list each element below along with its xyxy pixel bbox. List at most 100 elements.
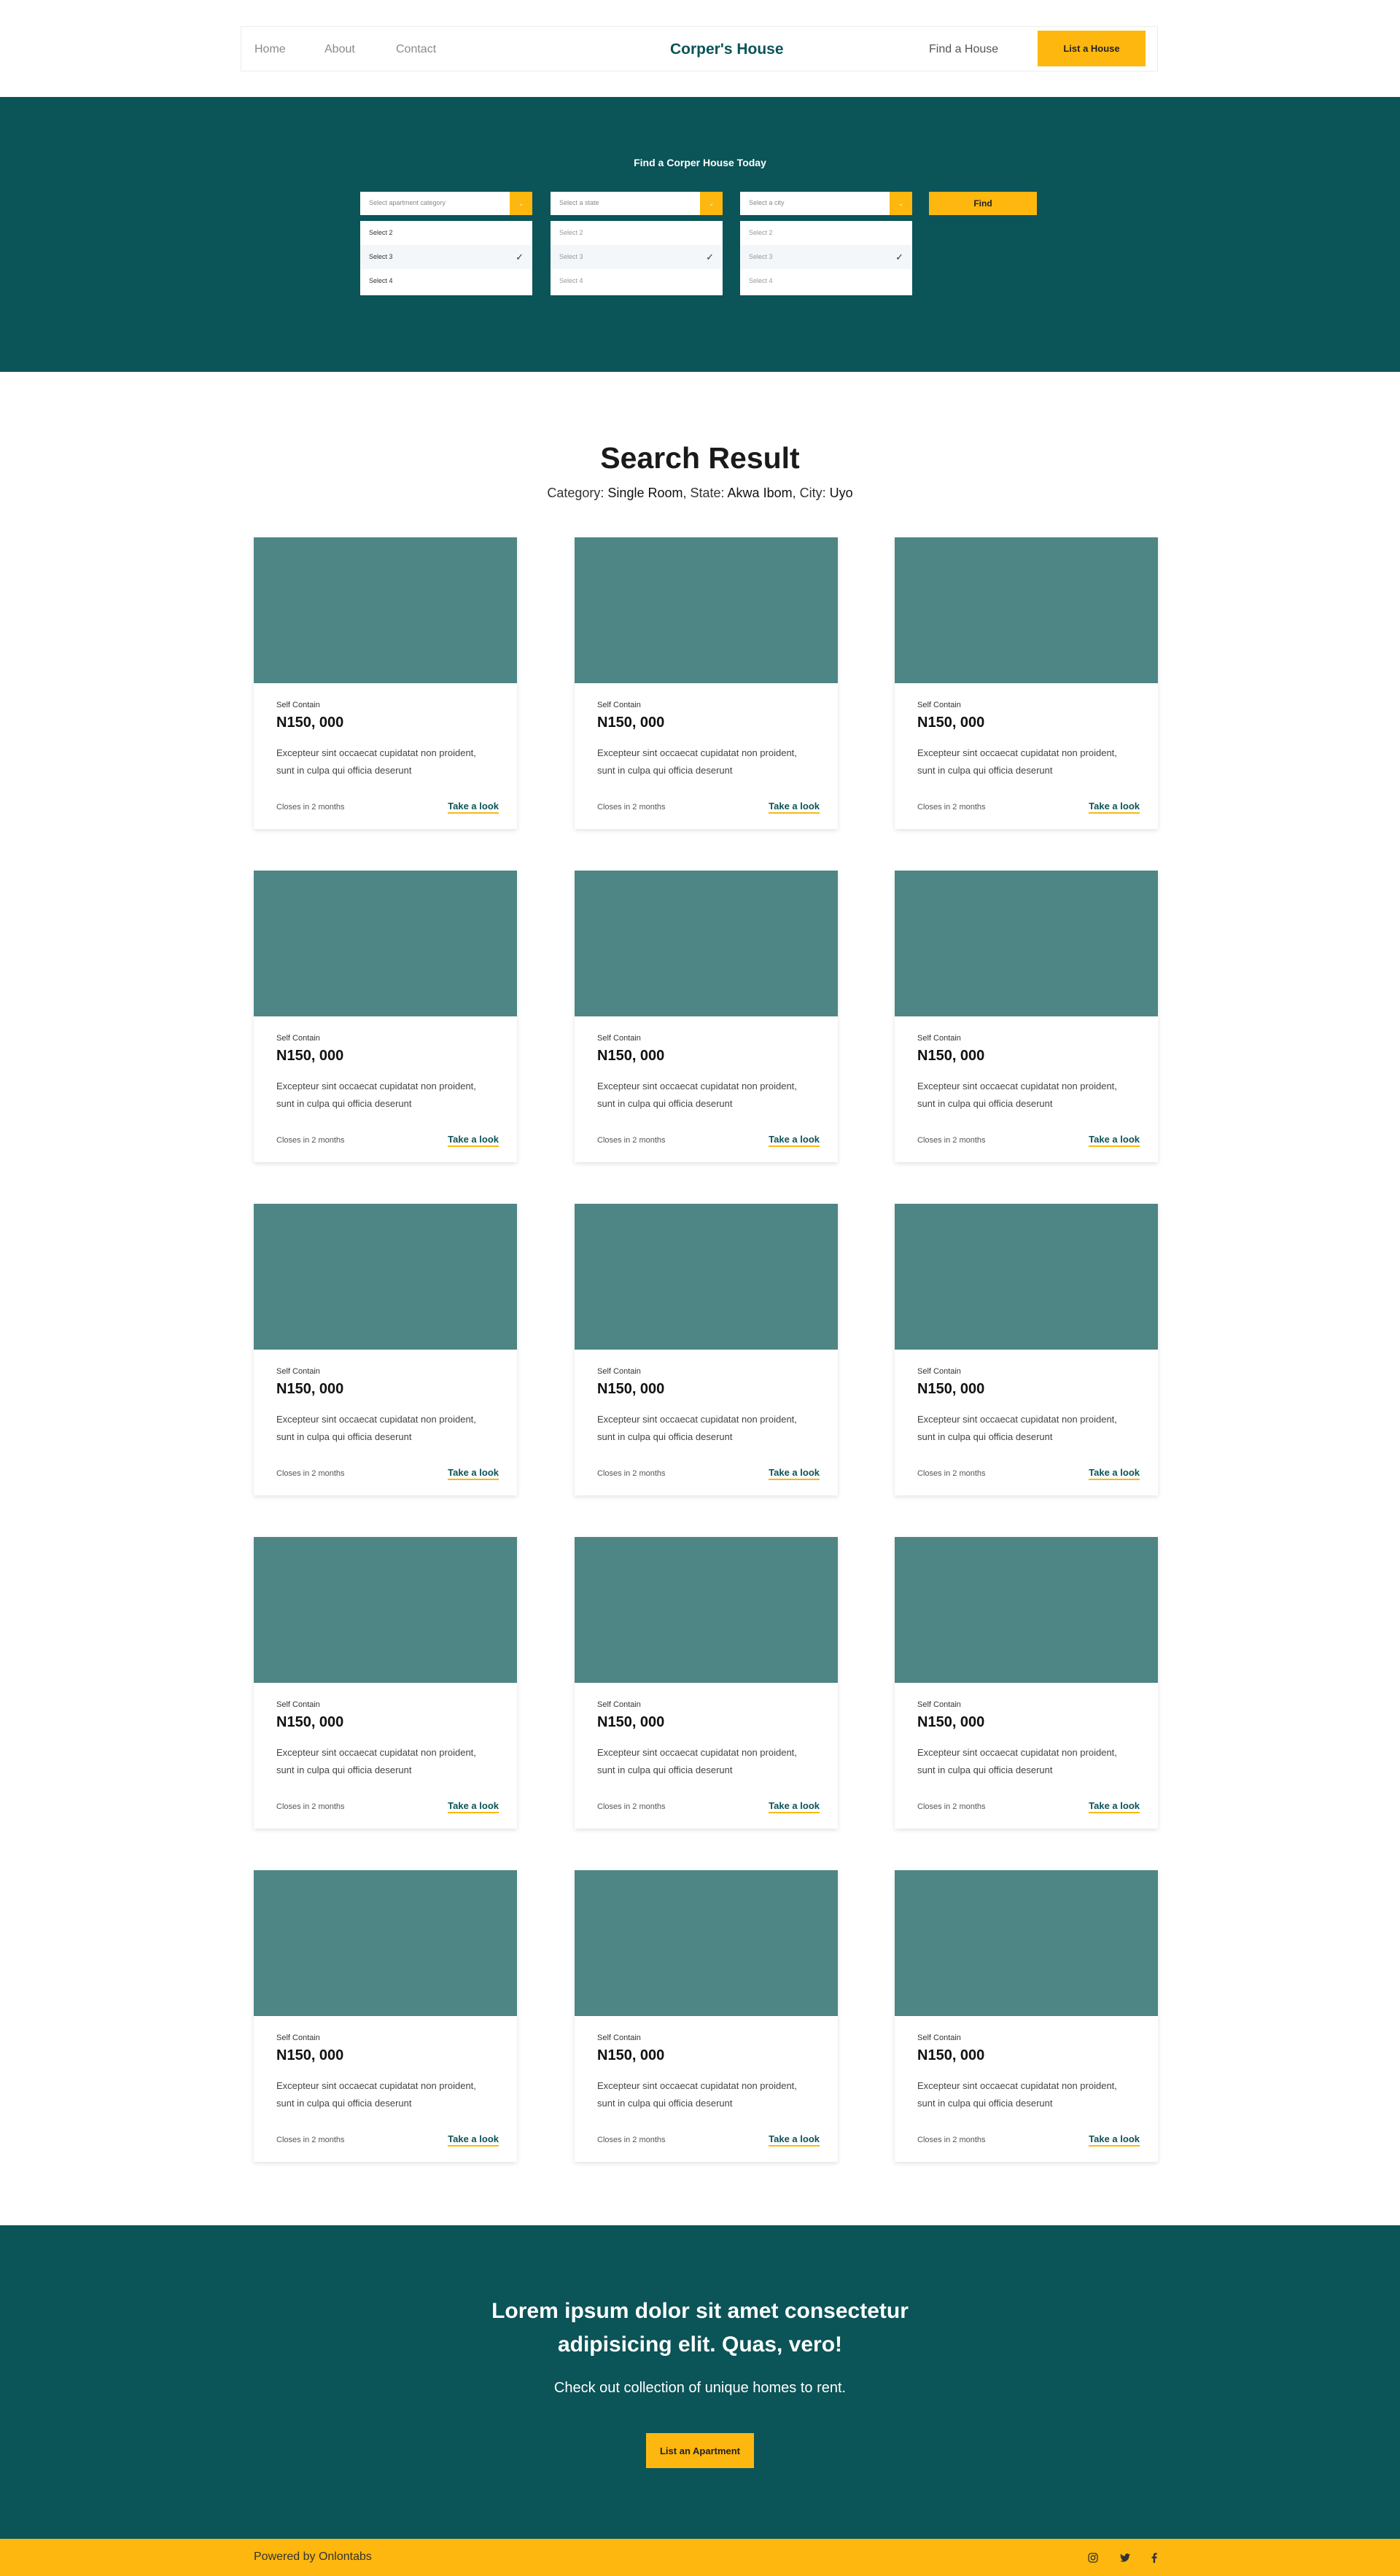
listing-image[interactable]	[895, 537, 1158, 683]
take-a-look-link[interactable]: Take a look	[448, 1467, 499, 1480]
dropdown-option-label: Select 2	[749, 229, 773, 236]
listing-image[interactable]	[254, 871, 517, 1016]
find-button[interactable]: Find	[929, 192, 1037, 215]
instagram-icon[interactable]	[1086, 2551, 1100, 2564]
brand-logo[interactable]: Corper's House	[670, 41, 784, 58]
top-navbar: Home About Contact Corper's House Find a…	[241, 26, 1158, 71]
take-a-look-link[interactable]: Take a look	[769, 1134, 820, 1147]
listing-image[interactable]	[575, 1204, 838, 1350]
city-select[interactable]: Select a city ⌄	[740, 192, 912, 215]
listing-category: Self Contain	[917, 1700, 961, 1709]
list-apartment-button[interactable]: List an Apartment	[646, 2433, 754, 2468]
dropdown-option[interactable]: Select 4	[360, 269, 532, 293]
list-house-button[interactable]: List a House	[1038, 31, 1146, 66]
take-a-look-link[interactable]: Take a look	[769, 1800, 820, 1813]
listing-image[interactable]	[575, 1870, 838, 2016]
listing-price: N150, 000	[917, 1714, 985, 1730]
listing-card[interactable]: Self Contain N150, 000 Excepteur sint occa…	[575, 871, 838, 1162]
nav-home-link[interactable]: Home	[254, 43, 286, 56]
state-label: State:	[690, 486, 725, 500]
listing-image[interactable]	[575, 1537, 838, 1683]
nav-about-link[interactable]: About	[324, 43, 355, 56]
take-a-look-link[interactable]: Take a look	[1089, 1134, 1140, 1147]
listing-description: Excepteur sint occaecat cupidatat non pr…	[597, 2080, 797, 2109]
listing-category: Self Contain	[276, 1367, 320, 1376]
take-a-look-link[interactable]: Take a look	[448, 2133, 499, 2147]
take-a-look-link[interactable]: Take a look	[769, 2133, 820, 2147]
listing-card[interactable]: Self Contain N150, 000 Excepteur sint occa…	[254, 1204, 517, 1495]
listing-closes-in: Closes in 2 months	[597, 803, 666, 812]
listing-card[interactable]: Self Contain N150, 000 Excepteur sint occa…	[254, 537, 517, 829]
take-a-look-link[interactable]: Take a look	[1089, 1800, 1140, 1813]
listing-card[interactable]: Self Contain N150, 000 Excepteur sint occa…	[254, 1537, 517, 1829]
listing-price: N150, 000	[276, 2047, 344, 2063]
listing-price: N150, 000	[276, 1381, 344, 1397]
listing-description: Excepteur sint occaecat cupidatat non pr…	[917, 747, 1117, 776]
listing-card[interactable]: Self Contain N150, 000 Excepteur sint occa…	[895, 537, 1158, 829]
dropdown-option-selected[interactable]: Select 3 ✓	[551, 245, 723, 269]
listing-description: Excepteur sint occaecat cupidatat non pr…	[276, 2080, 476, 2109]
take-a-look-link[interactable]: Take a look	[769, 801, 820, 814]
listing-image[interactable]	[254, 537, 517, 683]
dropdown-option-label: Select 4	[369, 277, 393, 284]
listing-card[interactable]: Self Contain N150, 000 Excepteur sint occa…	[575, 1204, 838, 1495]
dropdown-option[interactable]: Select 4	[740, 269, 912, 293]
listing-image[interactable]	[575, 871, 838, 1016]
listing-closes-in: Closes in 2 months	[917, 1469, 986, 1478]
listing-card[interactable]: Self Contain N150, 000 Excepteur sint occa…	[895, 1537, 1158, 1829]
listing-description: Excepteur sint occaecat cupidatat non pr…	[276, 1081, 476, 1109]
listing-image[interactable]	[895, 1537, 1158, 1683]
take-a-look-link[interactable]: Take a look	[448, 801, 499, 814]
twitter-icon[interactable]	[1119, 2551, 1132, 2564]
listing-card[interactable]: Self Contain N150, 000 Excepteur sint occa…	[254, 1870, 517, 2162]
listing-description: Excepteur sint occaecat cupidatat non pr…	[597, 1414, 797, 1442]
listing-card[interactable]: Self Contain N150, 000 Excepteur sint occa…	[575, 1870, 838, 2162]
category-dropdown-list: Select 2 Select 3 ✓ Select 4	[360, 221, 532, 295]
take-a-look-link[interactable]: Take a look	[1089, 2133, 1140, 2147]
listing-image[interactable]	[895, 1870, 1158, 2016]
category-select[interactable]: Select apartment category ⌄	[360, 192, 532, 215]
dropdown-option-label: Select 3	[369, 253, 393, 260]
dropdown-option[interactable]: Select 2	[740, 221, 912, 245]
footer: Powered by Onlontabs	[0, 2539, 1400, 2576]
listing-card[interactable]: Self Contain N150, 000 Excepteur sint occa…	[895, 1870, 1158, 2162]
listing-image[interactable]	[254, 1870, 517, 2016]
listing-closes-in: Closes in 2 months	[917, 1802, 986, 1811]
take-a-look-link[interactable]: Take a look	[448, 1134, 499, 1147]
listing-description: Excepteur sint occaecat cupidatat non pr…	[917, 1747, 1117, 1775]
take-a-look-link[interactable]: Take a look	[1089, 801, 1140, 814]
listing-image[interactable]	[254, 1537, 517, 1683]
dropdown-option-label: Select 2	[559, 229, 583, 236]
state-select[interactable]: Select a state ⌄	[551, 192, 723, 215]
listing-card[interactable]: Self Contain N150, 000 Excepteur sint occa…	[575, 1537, 838, 1829]
chevron-down-icon[interactable]: ⌄	[510, 192, 532, 215]
listing-category: Self Contain	[276, 2034, 320, 2042]
listing-image[interactable]	[895, 1204, 1158, 1350]
listing-card[interactable]: Self Contain N150, 000 Excepteur sint occa…	[895, 871, 1158, 1162]
dropdown-option-selected[interactable]: Select 3 ✓	[360, 245, 532, 269]
chevron-down-icon[interactable]: ⌄	[890, 192, 912, 215]
nav-find-house-link[interactable]: Find a House	[929, 43, 998, 56]
take-a-look-link[interactable]: Take a look	[448, 1800, 499, 1813]
listing-image[interactable]	[575, 537, 838, 683]
take-a-look-link[interactable]: Take a look	[769, 1467, 820, 1480]
listing-description: Excepteur sint occaecat cupidatat non pr…	[917, 1414, 1117, 1442]
dropdown-option-label: Select 4	[749, 277, 773, 284]
chevron-down-icon[interactable]: ⌄	[700, 192, 723, 215]
search-result-title: Search Result	[600, 441, 800, 475]
dropdown-option[interactable]: Select 2	[360, 221, 532, 245]
dropdown-option[interactable]: Select 4	[551, 269, 723, 293]
listing-image[interactable]	[254, 1204, 517, 1350]
listing-card[interactable]: Self Contain N150, 000 Excepteur sint occa…	[575, 537, 838, 829]
listing-image[interactable]	[895, 871, 1158, 1016]
listing-card[interactable]: Self Contain N150, 000 Excepteur sint occa…	[895, 1204, 1158, 1495]
listing-card[interactable]: Self Contain N150, 000 Excepteur sint occa…	[254, 871, 517, 1162]
listing-category: Self Contain	[597, 1034, 641, 1043]
dropdown-option[interactable]: Select 2	[551, 221, 723, 245]
facebook-icon[interactable]	[1148, 2551, 1161, 2564]
nav-contact-link[interactable]: Contact	[396, 43, 436, 56]
dropdown-option-selected[interactable]: Select 3 ✓	[740, 245, 912, 269]
listing-category: Self Contain	[917, 701, 961, 709]
cta-section: Lorem ipsum dolor sit amet consectetur a…	[0, 2225, 1400, 2539]
take-a-look-link[interactable]: Take a look	[1089, 1467, 1140, 1480]
